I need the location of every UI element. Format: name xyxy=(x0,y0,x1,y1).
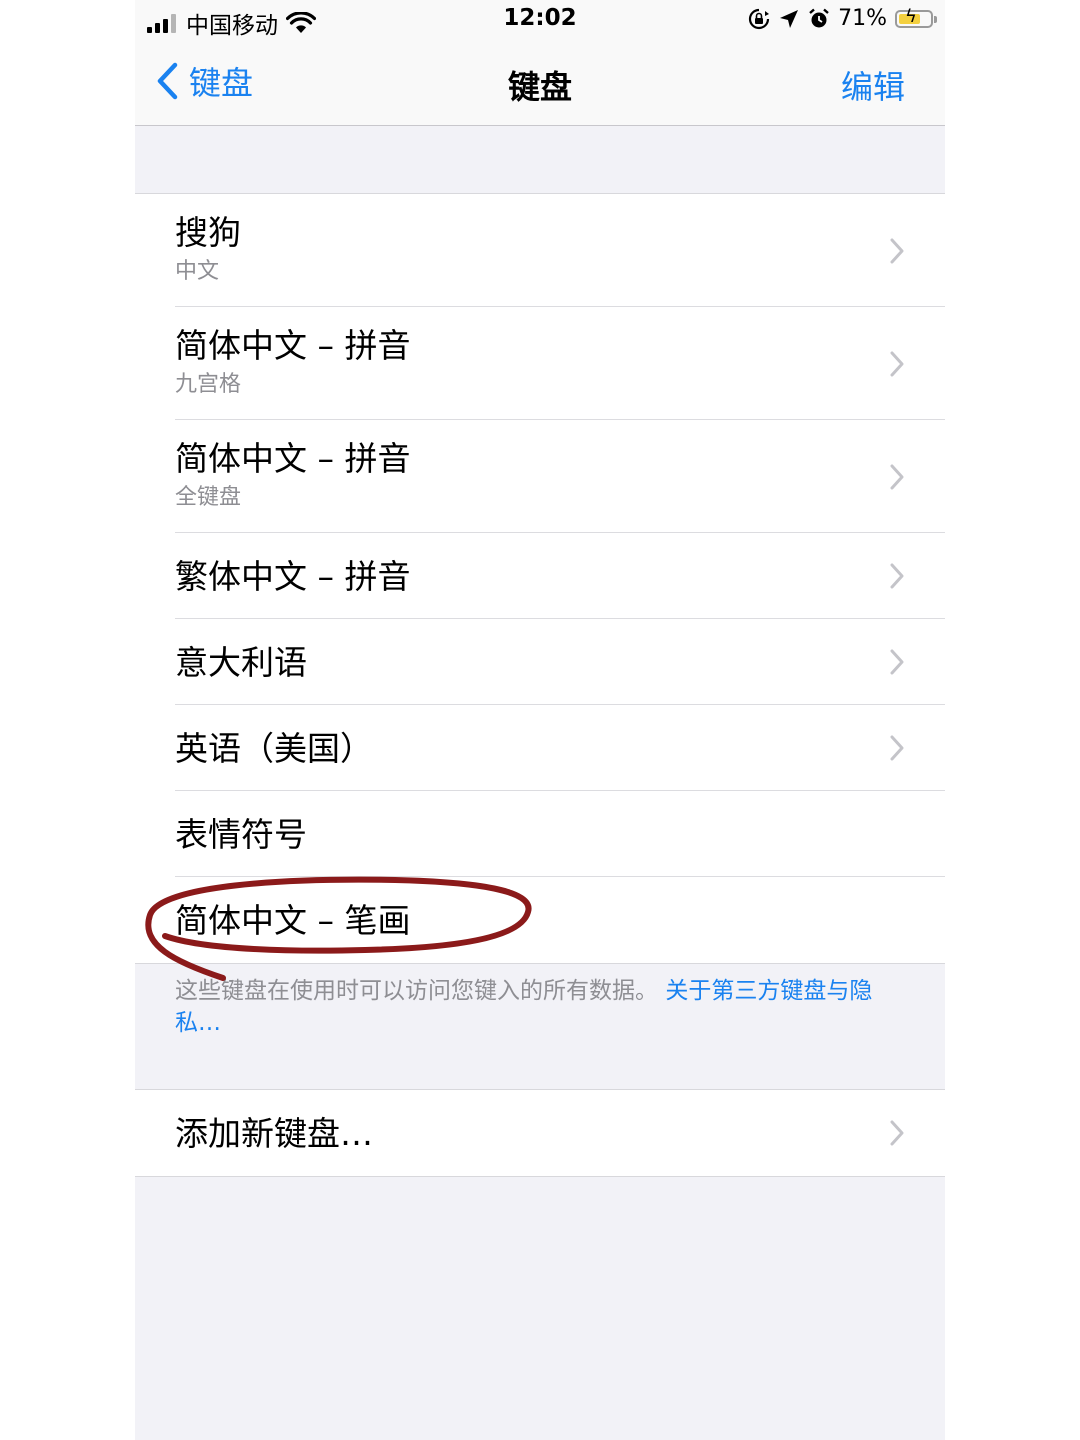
handdrawn-circle-annotation xyxy=(145,876,532,981)
keyboard-title: 繁体中文 – 拼音 xyxy=(175,556,411,596)
battery-icon: ϟ xyxy=(895,5,937,28)
keyboard-subtitle: 中文 xyxy=(175,259,220,284)
battery-percent: 71% xyxy=(838,6,887,31)
add-keyboard-label: 添加新键盘… xyxy=(175,1113,373,1153)
edit-button[interactable]: 编辑 xyxy=(841,62,905,108)
add-keyboard-button[interactable]: 添加新键盘… xyxy=(135,1090,945,1176)
keyboard-row-traditional-pinyin[interactable]: 繁体中文 – 拼音 xyxy=(135,533,945,619)
chevron-right-icon xyxy=(890,1120,904,1146)
keyboard-row-sogou[interactable]: 搜狗 中文 xyxy=(135,194,945,307)
keyboard-row-italian[interactable]: 意大利语 xyxy=(135,619,945,705)
keyboard-row-pinyin-9key[interactable]: 简体中文 – 拼音 九宫格 xyxy=(135,307,945,420)
chevron-right-icon xyxy=(890,351,904,376)
chevron-right-icon xyxy=(890,649,904,675)
keyboard-title: 英语（美国） xyxy=(175,728,373,768)
location-icon xyxy=(780,9,799,28)
keyboard-row-english-us[interactable]: 英语（美国） xyxy=(135,705,945,791)
alarm-icon xyxy=(809,8,829,27)
orientation-lock-icon xyxy=(749,8,770,29)
chevron-right-icon xyxy=(890,735,904,761)
keyboard-subtitle: 九宫格 xyxy=(175,372,242,397)
chevron-right-icon xyxy=(890,464,904,489)
status-bar: 中国移动 12:02 71% ϟ xyxy=(135,0,945,42)
keyboard-title: 简体中文 – 拼音 xyxy=(175,439,411,478)
keyboard-row-emoji[interactable]: 表情符号 xyxy=(135,791,945,877)
keyboard-title: 搜狗 xyxy=(175,213,241,252)
chevron-right-icon xyxy=(890,238,904,263)
keyboard-subtitle: 全键盘 xyxy=(175,485,242,510)
keyboard-title: 表情符号 xyxy=(175,814,307,854)
charging-bolt-icon: ϟ xyxy=(905,5,917,27)
settings-screen: 中国移动 12:02 71% ϟ 键盘 键盘 编辑 搜狗 中文 简体中文 – 拼… xyxy=(135,0,945,1440)
keyboard-list: 搜狗 中文 简体中文 – 拼音 九宫格 简体中文 – 拼音 全键盘 繁体中文 –… xyxy=(135,193,945,964)
page-title: 键盘 xyxy=(507,68,572,106)
keyboard-row-pinyin-qwerty[interactable]: 简体中文 – 拼音 全键盘 xyxy=(135,420,945,533)
navigation-bar: 键盘 键盘 编辑 xyxy=(135,42,945,126)
keyboard-title: 意大利语 xyxy=(175,642,307,682)
keyboard-title: 简体中文 – 拼音 xyxy=(175,326,411,365)
add-keyboard-group: 添加新键盘… xyxy=(135,1089,945,1177)
chevron-right-icon xyxy=(890,563,904,589)
